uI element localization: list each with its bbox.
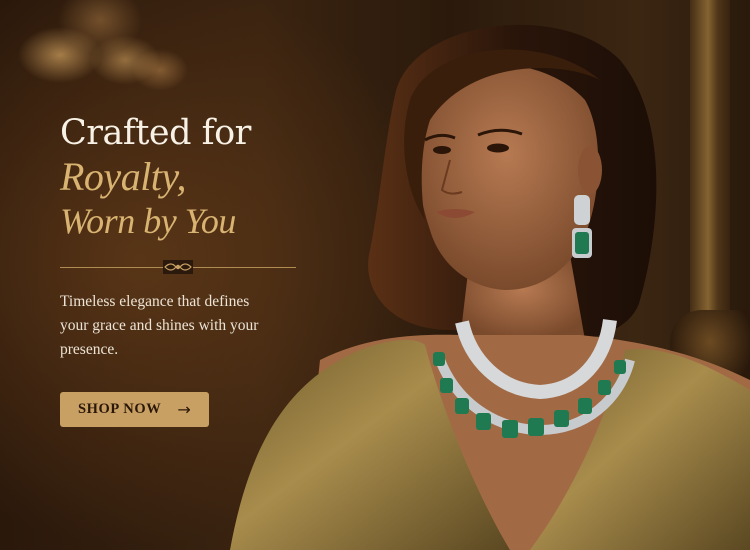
hero-banner: Crafted for Royalty, Worn by You Timeles… (0, 0, 750, 550)
divider (60, 260, 296, 274)
ornament-icon (163, 260, 193, 274)
hero-subtext: Timeless elegance that defines your grac… (60, 293, 259, 358)
headline-line-2: Royalty, (60, 154, 186, 199)
headline-line-1: Crafted for (60, 113, 251, 153)
arrow-right-icon: → (177, 400, 192, 419)
hero-copy: Crafted for Royalty, Worn by You Timeles… (60, 112, 300, 427)
hero-headline: Crafted for Royalty, Worn by You (60, 112, 300, 242)
headline-line-3: Worn by You (60, 201, 236, 241)
shop-now-button[interactable]: SHOP NOW → (60, 392, 210, 427)
shop-now-label: SHOP NOW (78, 401, 162, 417)
